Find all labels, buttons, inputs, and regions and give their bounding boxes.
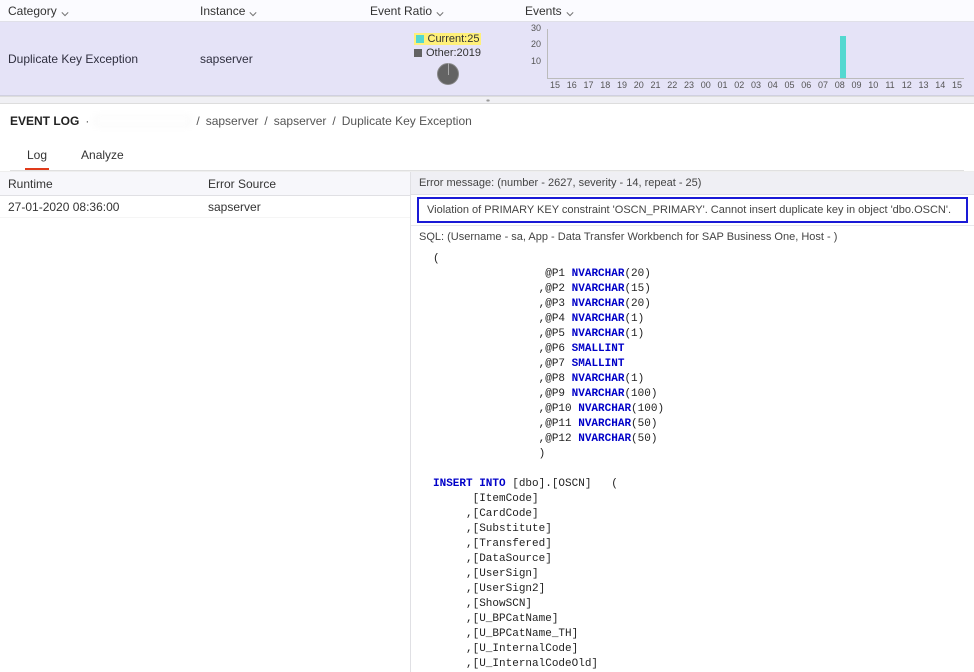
col-header-category[interactable]: Category	[0, 4, 200, 18]
summary-instance: sapserver	[200, 52, 370, 66]
square-icon	[416, 35, 424, 43]
col-header-events[interactable]: Events	[525, 4, 974, 18]
tab-bar: Log Analyze	[10, 142, 964, 171]
page-title: EVENT LOG	[10, 114, 79, 128]
summary-header-row: Category Instance Event Ratio Events	[0, 0, 974, 22]
chevron-down-icon	[249, 7, 257, 15]
log-list-header: Runtime Error Source	[0, 172, 410, 196]
col-header-events-label: Events	[525, 4, 562, 18]
breadcrumb-item[interactable]: sapserver	[274, 114, 327, 128]
ratio-other: Other:2019	[414, 47, 481, 59]
sql-header: SQL: (Username - sa, App - Data Transfer…	[411, 225, 974, 248]
square-icon	[414, 49, 422, 57]
tab-log[interactable]: Log	[25, 142, 49, 170]
log-body: Runtime Error Source 27-01-2020 08:36:00…	[0, 171, 974, 672]
log-row-runtime: 27-01-2020 08:36:00	[8, 200, 208, 214]
events-chart: 102030 151617181920212223000102030405060…	[525, 22, 974, 96]
horizontal-splitter[interactable]: ••••	[0, 96, 974, 104]
eventlog-header: EVENT LOG · / sapserver / sapserver / Du…	[0, 104, 974, 171]
breadcrumb-item[interactable]: sapserver	[206, 114, 259, 128]
ratio-other-label: Other:2019	[426, 47, 481, 59]
col-header-instance[interactable]: Instance	[200, 4, 370, 18]
log-detail: Error message: (number - 2627, severity …	[410, 172, 974, 672]
summary-category: Duplicate Key Exception	[0, 52, 200, 66]
summary-event-ratio: Current:25 Other:2019	[370, 33, 525, 85]
log-row-source: sapserver	[208, 200, 261, 214]
pie-icon	[437, 63, 459, 85]
chevron-down-icon	[566, 7, 574, 15]
breadcrumb: EVENT LOG · / sapserver / sapserver / Du…	[10, 114, 964, 128]
col-header-runtime[interactable]: Runtime	[8, 177, 208, 191]
sql-code-block: ( @P1 NVARCHAR(20) ,@P2 NVARCHAR(15) ,@P…	[411, 248, 974, 672]
summary-row[interactable]: Duplicate Key Exception sapserver Curren…	[0, 22, 974, 96]
breadcrumb-redacted	[95, 116, 190, 126]
log-list-row[interactable]: 27-01-2020 08:36:00 sapserver	[0, 196, 410, 218]
log-list: Runtime Error Source 27-01-2020 08:36:00…	[0, 172, 410, 672]
col-header-category-label: Category	[8, 4, 57, 18]
col-header-error-source[interactable]: Error Source	[208, 177, 276, 191]
tab-analyze[interactable]: Analyze	[79, 142, 126, 170]
breadcrumb-sep: ·	[85, 114, 89, 128]
chevron-down-icon	[61, 7, 69, 15]
chevron-down-icon	[436, 7, 444, 15]
error-header: Error message: (number - 2627, severity …	[411, 172, 974, 195]
ratio-current-label: Current:25	[428, 33, 480, 45]
ratio-current: Current:25	[414, 33, 482, 45]
col-header-event-ratio[interactable]: Event Ratio	[370, 4, 525, 18]
col-header-instance-label: Instance	[200, 4, 245, 18]
breadcrumb-item[interactable]: Duplicate Key Exception	[342, 114, 472, 128]
grip-icon: ••••	[486, 98, 488, 105]
col-header-event-ratio-label: Event Ratio	[370, 4, 432, 18]
error-message: Violation of PRIMARY KEY constraint 'OSC…	[417, 197, 968, 223]
